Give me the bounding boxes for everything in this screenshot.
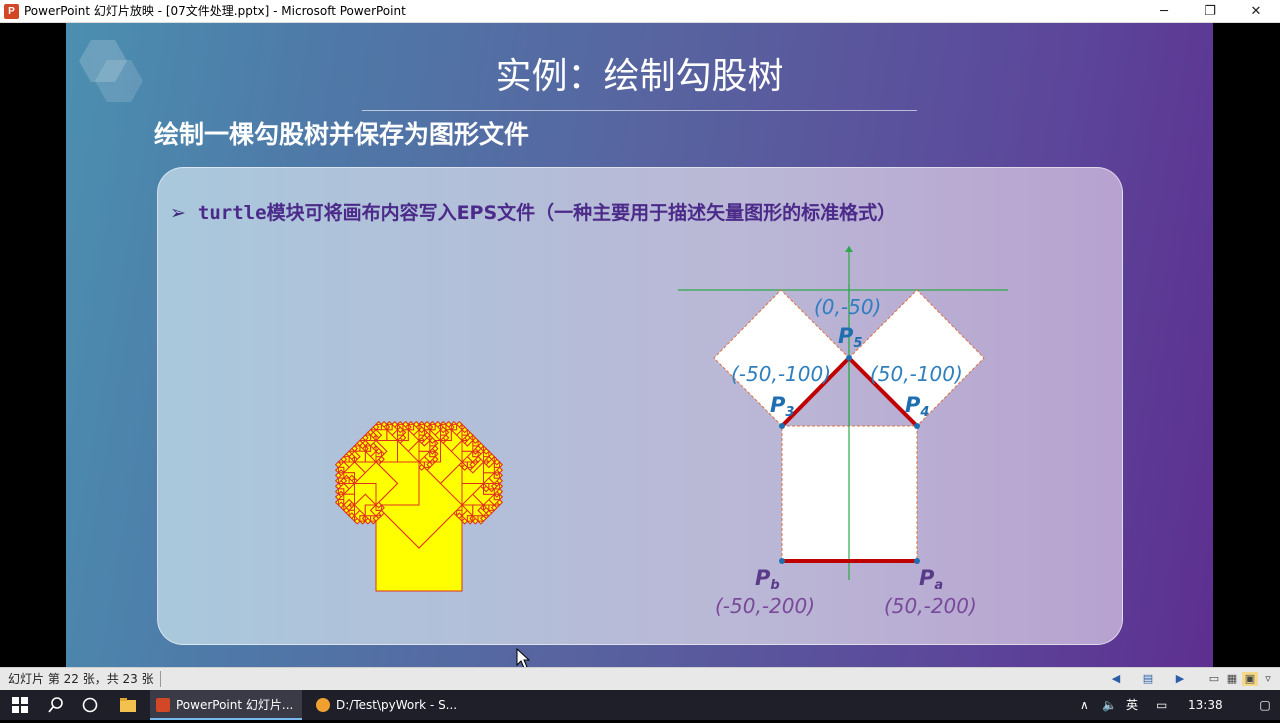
point-p5 [846,355,852,361]
point-label-p5: P5 [838,324,863,351]
taskbar-app-editor[interactable]: D:/Test\pyWork - S... [310,690,470,720]
search-icon[interactable] [38,690,74,720]
point-p3 [779,423,785,429]
bullet-arrow-icon: ➢ [170,202,186,224]
bullet-text: 模块可将画布内容写入EPS文件（一种主要用于描述矢量图形的标准格式） [266,202,897,224]
action-center-icon[interactable]: ▢ [1250,690,1280,720]
previous-slide-icon[interactable]: ◀ [1108,672,1124,686]
slide-counter: 幻灯片 第 22 张，共 23 张 [8,672,154,686]
point-pb [779,558,785,564]
point-label-pa: Pa [919,566,944,593]
status-bar: 幻灯片 第 22 张，共 23 张 ◀ ▤ ▶ ▭ ▦ ▣ ▿ [0,667,1280,690]
next-slide-icon[interactable]: ▶ [1172,672,1188,686]
slide[interactable]: 实例：绘制勾股树 绘制一棵勾股树并保存为图形文件 ➢ turtle模块可将画布内容… [66,23,1213,667]
bullet-code-word: turtle [197,202,267,224]
slide-title: 实例：绘制勾股树 [495,56,784,97]
slideshow-view-icon[interactable]: ▿ [1260,672,1276,686]
point-p4 [914,423,920,429]
coord-label-p5: (0,-50) [814,295,882,319]
content-panel: ➢ turtle模块可将画布内容写入EPS文件（一种主要用于描述矢量图形的标准格式… [157,167,1123,645]
powerpoint-app-icon: P [4,4,19,19]
point-label-p4: P4 [905,393,930,420]
coord-label-pb: (-50,-200) [715,594,816,618]
normal-view-icon[interactable]: ▭ [1206,672,1222,686]
chevron-up-icon[interactable]: ∧ [1080,690,1089,720]
coord-label-p4: (50,-100) [870,362,963,386]
close-button[interactable]: ✕ [1233,0,1279,23]
coord-label-p3: (-50,-100) [731,362,832,386]
notification-icon[interactable]: ▭ [1156,690,1167,720]
menu-icon[interactable]: ▤ [1140,672,1156,686]
volume-icon[interactable]: 🔈 [1102,690,1117,720]
window-title: PowerPoint 幻灯片放映 - [07文件处理.pptx] - Micro… [24,4,406,18]
reading-view-icon[interactable]: ▣ [1242,672,1258,686]
task-view-icon[interactable] [72,690,108,720]
y-axis-arrow [845,246,853,252]
taskbar-app-powerpoint[interactable]: PowerPoint 幻灯片... [150,690,302,720]
windows-taskbar: PowerPoint 幻灯片... D:/Test\pyWork - S... … [0,690,1280,720]
title-divider [362,110,917,111]
status-divider [160,671,161,687]
slide-sorter-icon[interactable]: ▦ [1224,672,1240,686]
maximize-button[interactable]: ❐ [1187,0,1233,23]
point-label-pb: Pb [755,566,780,593]
point-label-p3: P3 [770,393,795,420]
clock-time[interactable]: 13:38 [1188,690,1223,720]
file-explorer-icon[interactable] [110,690,146,720]
slide-subtitle: 绘制一棵勾股树并保存为图形文件 [154,120,530,149]
coord-label-pa: (50,-200) [884,594,977,618]
minimize-button[interactable]: ─ [1141,0,1187,23]
gear-icon [316,698,330,712]
powerpoint-icon [156,698,170,712]
window-titlebar: P PowerPoint 幻灯片放映 - [07文件处理.pptx] - Mic… [0,0,1280,23]
slideshow-stage[interactable]: 实例：绘制勾股树 绘制一棵勾股树并保存为图形文件 ➢ turtle模块可将画布内容… [0,23,1280,667]
ime-indicator[interactable]: 英 [1126,690,1138,720]
pythagoras-tree-figure [334,420,504,592]
windows-start-icon[interactable] [2,690,38,720]
point-pa [914,558,920,564]
bullet-point: ➢ turtle模块可将画布内容写入EPS文件（一种主要用于描述矢量图形的标准格式… [170,201,896,225]
